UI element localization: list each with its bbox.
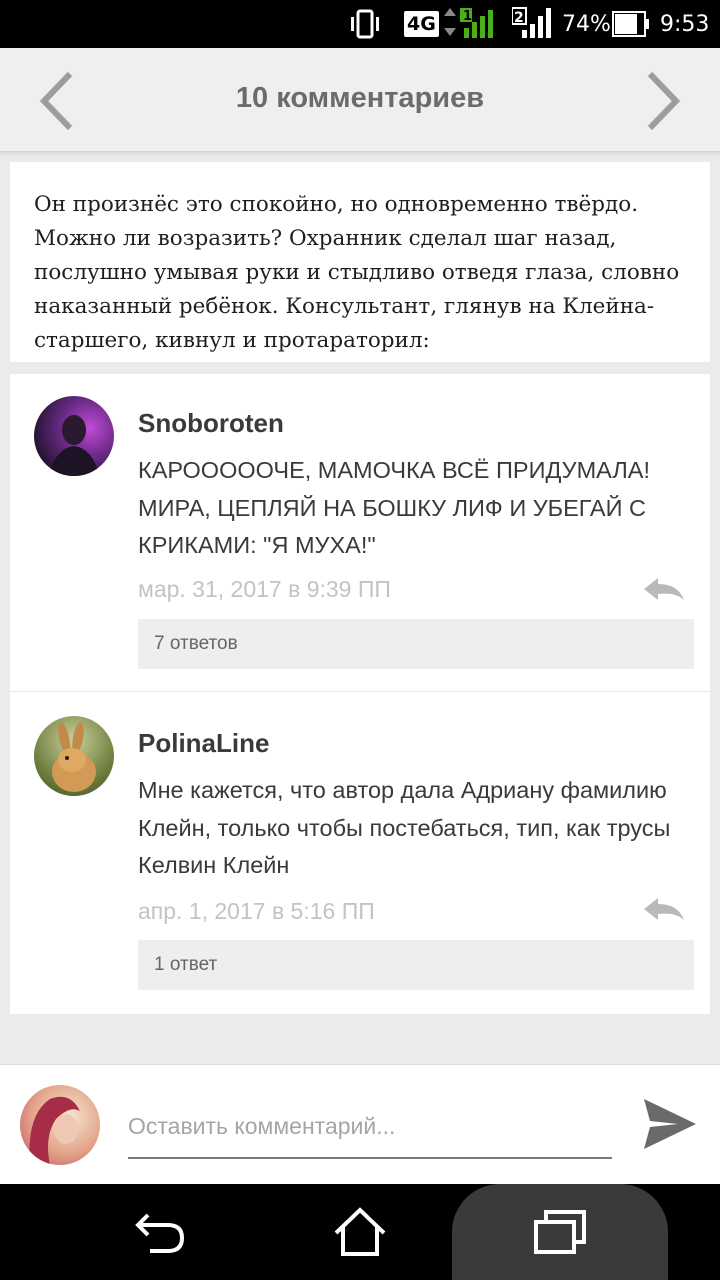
comment-text: Мне кажется, что автор дала Адриану фами…	[138, 777, 671, 878]
avatar[interactable]	[34, 716, 114, 796]
clock: 9:53	[660, 11, 710, 37]
send-icon[interactable]	[640, 1097, 698, 1151]
comment-date: апр. 1, 2017 в 5:16 ПП	[138, 898, 375, 924]
comment-item: Snoboroten КАРОООООЧЕ, МАМОЧКА ВСЁ ПРИДУ…	[10, 374, 710, 692]
comment-item: PolinaLine Мне кажется, что автор дала А…	[10, 694, 710, 1014]
comment-text: КАРОООООЧЕ, МАМОЧКА ВСЁ ПРИДУМАЛА! МИРА,…	[138, 457, 650, 558]
sim1-label: 1	[463, 9, 472, 24]
comments-header: 10 комментариев	[0, 48, 720, 152]
reply-icon[interactable]	[642, 896, 686, 924]
battery-icon	[612, 0, 652, 48]
avatar[interactable]	[34, 396, 114, 476]
signal-sim2-icon: 2	[512, 0, 552, 48]
avatar	[20, 1085, 100, 1165]
back-icon[interactable]	[100, 1184, 220, 1280]
comment-author[interactable]: Snoboroten	[138, 408, 284, 439]
reply-icon[interactable]	[642, 576, 686, 604]
quoted-passage-text: Он произнёс это спокойно, но одновременн…	[34, 192, 680, 353]
comment-author[interactable]: PolinaLine	[138, 728, 269, 759]
network-type-badge: 4G	[404, 0, 439, 48]
replies-button[interactable]: 1 ответ	[138, 940, 694, 990]
comments-list: Snoboroten КАРОООООЧЕ, МАМОЧКА ВСЁ ПРИДУ…	[10, 374, 710, 1014]
sim2-label: 2	[514, 10, 524, 26]
replies-button[interactable]: 7 ответов	[138, 619, 694, 669]
status-bar: 4G 1 2 74% 9:53	[0, 0, 720, 48]
page-title: 10 комментариев	[235, 82, 485, 114]
system-navigation-bar	[0, 1184, 720, 1280]
comment-compose-bar	[0, 1064, 720, 1184]
vibrate-icon	[348, 0, 382, 48]
battery-percent: 74%	[562, 11, 611, 37]
comment-date: мар. 31, 2017 в 9:39 ПП	[138, 576, 391, 602]
home-icon[interactable]	[300, 1184, 420, 1280]
comment-input[interactable]	[128, 1105, 612, 1159]
recent-apps-icon[interactable]	[452, 1184, 668, 1280]
quoted-passage: Он произнёс это спокойно, но одновременн…	[10, 162, 710, 362]
chevron-right-icon[interactable]	[644, 70, 684, 132]
signal-sim1-icon: 1	[442, 0, 500, 48]
